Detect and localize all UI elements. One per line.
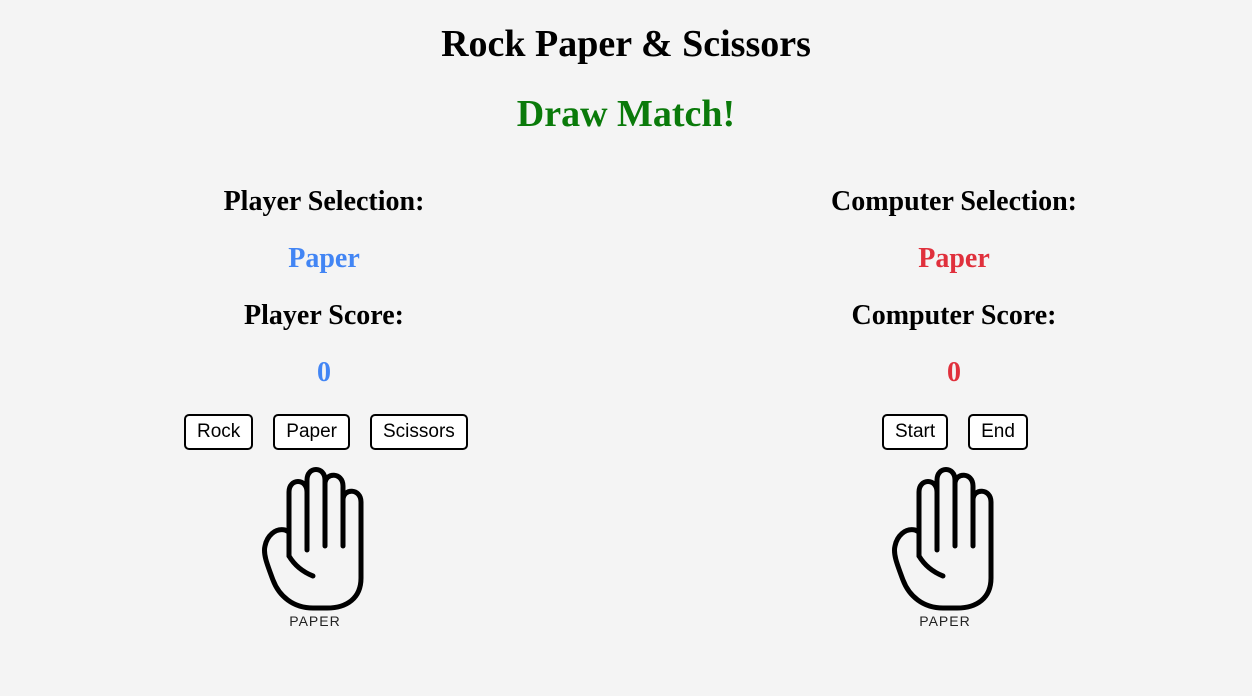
player-panel: Player Selection: Paper Player Score: 0	[104, 180, 544, 408]
player-hand: PAPER	[255, 466, 375, 636]
computer-hand: PAPER	[885, 466, 1005, 636]
start-button[interactable]: Start	[882, 414, 949, 450]
rock-button[interactable]: Rock	[184, 414, 254, 450]
computer-hand-caption: PAPER	[919, 613, 971, 629]
scissors-button[interactable]: Scissors	[370, 414, 468, 450]
page-title: Rock Paper & Scissors	[441, 23, 811, 65]
player-selection-value: Paper	[288, 243, 360, 274]
player-score-label: Player Score:	[244, 300, 404, 331]
player-choice-buttons: Rock Paper Scissors	[184, 414, 468, 450]
computer-score-value: 0	[947, 357, 961, 388]
end-button[interactable]: End	[968, 414, 1028, 450]
player-selection-label: Player Selection:	[223, 186, 425, 217]
computer-panel: Computer Selection: Paper Computer Score…	[734, 180, 1174, 408]
paper-button[interactable]: Paper	[273, 414, 350, 450]
paper-hand-icon	[262, 467, 364, 611]
computer-selection-label: Computer Selection:	[831, 186, 1077, 217]
computer-selection-value: Paper	[918, 243, 990, 274]
player-hand-caption: PAPER	[289, 613, 341, 629]
player-score-value: 0	[317, 357, 331, 388]
match-result: Draw Match!	[516, 93, 736, 135]
game-control-buttons: Start End	[882, 414, 1028, 450]
computer-score-label: Computer Score:	[851, 300, 1057, 331]
paper-hand-icon	[892, 467, 994, 611]
